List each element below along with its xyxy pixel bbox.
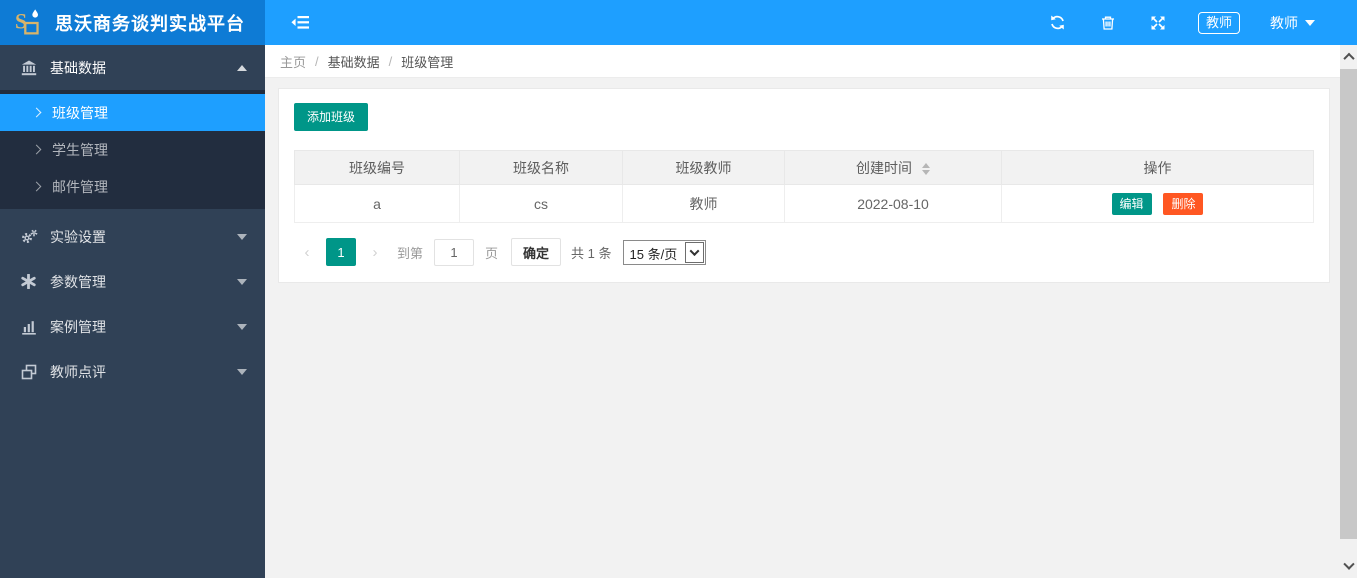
sidebar-item-teacher-review[interactable]: 教师点评 [0, 349, 265, 394]
app-logo-icon: S [14, 7, 46, 39]
class-table: 班级编号 班级名称 班级教师 创建时间 操作 a cs 教师 2022-08-1… [294, 150, 1314, 223]
add-class-button[interactable]: 添加班级 [294, 103, 369, 131]
cell-class-id: a [294, 184, 460, 223]
windows-icon [21, 364, 43, 380]
vertical-scrollbar[interactable] [1340, 45, 1357, 578]
chevron-right-icon [31, 107, 42, 118]
sort-icon[interactable] [921, 162, 930, 175]
sidebar-submenu-basic-data: 班级管理 学生管理 邮件管理 [0, 90, 265, 209]
sidebar-item-class-management[interactable]: 班级管理 [0, 94, 265, 131]
sidebar-item-parameter-management[interactable]: 参数管理 [0, 259, 265, 304]
sidebar-item-basic-data[interactable]: 基础数据 [0, 45, 265, 90]
chevron-right-icon [31, 181, 42, 192]
sidebar-item-experiment-settings[interactable]: 实验设置 [0, 214, 265, 259]
table-row: a cs 教师 2022-08-10 编辑 删除 [294, 184, 1314, 223]
sidebar-item-label: 参数管理 [50, 273, 106, 290]
chevron-down-icon [237, 368, 247, 375]
delete-button[interactable]: 删除 [1163, 192, 1204, 215]
chevron-up-icon [237, 64, 247, 71]
breadcrumb-separator: / [315, 53, 319, 69]
sidebar-subitem-label: 学生管理 [52, 141, 108, 158]
sidebar-item-mail-management[interactable]: 邮件管理 [0, 168, 265, 205]
column-header-actions: 操作 [1001, 150, 1314, 185]
current-page-button[interactable]: 1 [326, 238, 356, 266]
class-management-card: 添加班级 班级编号 班级名称 班级教师 创建时间 操作 a cs 教师 2022… [278, 88, 1330, 283]
bar-chart-icon [21, 319, 43, 335]
user-dropdown[interactable]: 教师 [1270, 13, 1315, 33]
sidebar-item-label: 教师点评 [50, 363, 106, 380]
cell-teacher: 教师 [622, 184, 785, 223]
user-name: 教师 [1270, 14, 1298, 31]
cell-actions: 编辑 删除 [1001, 184, 1314, 223]
column-header-teacher: 班级教师 [622, 150, 785, 185]
sidebar-item-case-management[interactable]: 案例管理 [0, 304, 265, 349]
app-title: 思沃商务谈判实战平台 [55, 13, 245, 34]
column-header-class-name: 班级名称 [459, 150, 623, 185]
sidebar-item-label: 基础数据 [50, 59, 106, 76]
refresh-icon[interactable] [1048, 13, 1068, 33]
confirm-page-button[interactable]: 确定 [511, 238, 562, 266]
scrollbar-thumb[interactable] [1340, 69, 1357, 539]
chevron-down-icon [237, 278, 247, 285]
page-size-select[interactable]: 15 条/页 [622, 239, 707, 265]
scroll-up-arrow[interactable] [1340, 48, 1357, 65]
column-header-label: 创建时间 [856, 159, 913, 176]
sidebar-item-student-management[interactable]: 学生管理 [0, 131, 265, 168]
table-header-row: 班级编号 班级名称 班级教师 创建时间 操作 [294, 150, 1314, 185]
chevron-down-icon [237, 233, 247, 240]
sidebar-item-label: 实验设置 [50, 228, 106, 245]
next-page-button[interactable]: › [362, 238, 388, 266]
prev-page-button[interactable]: ‹ [294, 238, 320, 266]
breadcrumb-basic-data: 基础数据 [327, 54, 380, 70]
chevron-down-icon [237, 323, 247, 330]
breadcrumb-home[interactable]: 主页 [280, 52, 306, 71]
app-logo: S 思沃商务谈判实战平台 [0, 0, 265, 45]
sidebar-subitem-label: 班级管理 [52, 104, 108, 121]
pagination: ‹ 1 › 到第 页 确定 共 1 条 15 条/页 [294, 238, 1314, 266]
column-header-class-id: 班级编号 [294, 150, 460, 185]
role-badge[interactable]: 教师 [1197, 11, 1240, 34]
cell-created-time: 2022-08-10 [784, 184, 1002, 223]
goto-page-input[interactable] [434, 238, 475, 266]
breadcrumb: 主页 / 基础数据 / 班级管理 [265, 45, 1340, 78]
sidebar-collapse-icon[interactable] [291, 15, 310, 30]
page-size-value: 15 条/页 [629, 246, 678, 262]
main-content: 添加班级 班级编号 班级名称 班级教师 创建时间 操作 a cs 教师 2022… [265, 78, 1340, 578]
edit-button[interactable]: 编辑 [1111, 192, 1152, 215]
sidebar-item-label: 案例管理 [50, 318, 106, 335]
chevron-down-icon [1305, 19, 1315, 26]
trash-icon[interactable] [1098, 13, 1118, 33]
total-count-label: 共 1 条 [571, 245, 612, 261]
breadcrumb-class-management: 班级管理 [401, 54, 454, 70]
cogs-icon [21, 229, 43, 244]
app-screen: S 思沃商务谈判实战平台 教师 教师 基础数据 班级管理 学生管理 邮件管理 实… [0, 0, 1357, 578]
bank-icon [21, 60, 43, 76]
chevron-down-icon [689, 245, 700, 256]
fullscreen-icon[interactable] [1148, 13, 1168, 33]
sidebar-subitem-label: 邮件管理 [52, 178, 108, 195]
goto-page-prefix: 到第 [397, 245, 424, 261]
cell-class-name: cs [459, 184, 623, 223]
asterisk-icon [21, 274, 43, 289]
chevron-right-icon [31, 144, 42, 155]
column-header-created-time[interactable]: 创建时间 [784, 150, 1002, 185]
goto-page-suffix: 页 [485, 245, 499, 261]
header-actions: 教师 教师 [1048, 11, 1357, 34]
sidebar: 基础数据 班级管理 学生管理 邮件管理 实验设置 参数管理 案例管理 教师点评 [0, 45, 265, 578]
breadcrumb-separator: / [388, 53, 393, 69]
select-dropdown-button[interactable] [685, 241, 705, 263]
top-header: S 思沃商务谈判实战平台 教师 教师 [0, 0, 1357, 45]
scroll-down-arrow[interactable] [1340, 558, 1357, 575]
